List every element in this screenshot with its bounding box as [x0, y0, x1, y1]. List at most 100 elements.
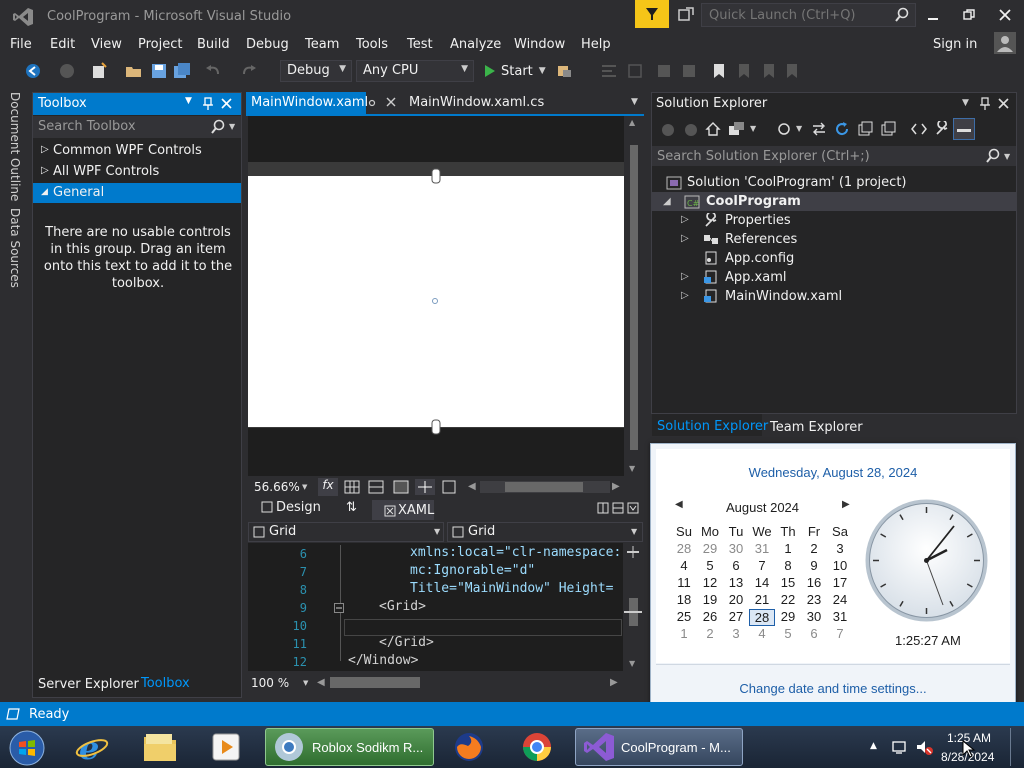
calendar-day[interactable]: 5	[697, 558, 723, 573]
expand-icon[interactable]: ▷	[681, 233, 689, 244]
panel-menu-chevron-icon[interactable]: ▼	[185, 96, 192, 106]
tab-mainwindow-xaml[interactable]: MainWindow.xaml	[251, 95, 368, 110]
pending-changes-icon[interactable]	[776, 121, 792, 137]
scroll-down-icon[interactable]: ▼	[629, 659, 635, 668]
account-icon[interactable]	[994, 32, 1016, 54]
tab-team-explorer[interactable]: Team Explorer	[770, 420, 863, 435]
calendar-day[interactable]: 5	[775, 626, 801, 641]
next-month-icon[interactable]: ▶	[842, 499, 850, 510]
scroll-right-icon[interactable]: ▶	[612, 481, 620, 492]
prev-bookmark-icon[interactable]	[735, 62, 753, 80]
chevron-down-icon[interactable]: ▼	[750, 124, 756, 133]
calendar-day[interactable]: 31	[827, 609, 853, 624]
collapse-region-icon[interactable]	[334, 603, 344, 613]
chevron-down-icon[interactable]: ▼	[302, 483, 307, 491]
refresh-icon[interactable]	[834, 121, 850, 137]
calendar-day[interactable]: 20	[723, 592, 749, 607]
change-date-time-settings-link[interactable]: Change date and time settings...	[656, 681, 1010, 696]
tree-item-app-xaml[interactable]: App.xaml	[725, 270, 786, 285]
calendar-day[interactable]: 3	[827, 541, 853, 556]
calendar-month-title[interactable]: August 2024	[726, 500, 799, 515]
tab-server-explorer[interactable]: Server Explorer	[38, 677, 139, 692]
calendar-day[interactable]: 26	[697, 609, 723, 624]
sync-icon[interactable]	[811, 121, 827, 137]
action-center-icon[interactable]	[891, 739, 907, 755]
switch-views-icon[interactable]	[728, 121, 746, 137]
calendar-day[interactable]: 9	[801, 558, 827, 573]
menu-view[interactable]: View	[91, 37, 122, 52]
calendar-day[interactable]: 31	[749, 541, 775, 556]
search-icon[interactable]	[210, 119, 226, 135]
fx-button[interactable]: fx	[318, 478, 338, 496]
calendar-long-date[interactable]: Wednesday, August 28, 2024	[656, 465, 1010, 480]
close-icon[interactable]	[998, 98, 1009, 109]
close-icon[interactable]	[221, 98, 232, 109]
zoom-level[interactable]: 56.66%	[254, 480, 300, 494]
calendar-day[interactable]: 6	[723, 558, 749, 573]
code-zoom-level[interactable]: 100 %	[251, 676, 289, 690]
calendar-day[interactable]: 4	[749, 626, 775, 641]
scroll-down-icon[interactable]: ▼	[629, 464, 635, 473]
save-all-icon[interactable]	[173, 62, 191, 80]
calendar-day[interactable]: 22	[775, 592, 801, 607]
chevron-down-icon[interactable]: ▼	[229, 122, 235, 131]
scroll-up-icon[interactable]: ▲	[629, 118, 635, 127]
firefox-icon[interactable]	[452, 730, 486, 764]
chevron-down-icon[interactable]: ▼	[631, 97, 638, 107]
toolbox-group-general[interactable]: ◢ General	[33, 183, 241, 203]
swap-panes-icon[interactable]: ⇅	[346, 500, 357, 515]
calendar-day[interactable]: 24	[827, 592, 853, 607]
tab-solution-explorer[interactable]: Solution Explorer	[657, 419, 768, 434]
snap-lines-icon[interactable]	[415, 479, 435, 495]
center-handle-icon[interactable]	[431, 297, 439, 305]
calendar-day[interactable]: 16	[801, 575, 827, 590]
calendar-day[interactable]: 23	[801, 592, 827, 607]
calendar-day[interactable]: 15	[775, 575, 801, 590]
navigate-forward-icon[interactable]	[58, 62, 76, 80]
show-desktop-button[interactable]	[1010, 728, 1022, 766]
calendar-day[interactable]: 4	[671, 558, 697, 573]
tree-item-properties[interactable]: Properties	[725, 213, 791, 228]
calendar-day[interactable]: 14	[749, 575, 775, 590]
forward-icon[interactable]	[683, 122, 699, 138]
scroll-right-icon[interactable]: ▶	[610, 677, 618, 688]
internet-explorer-icon[interactable]: e	[74, 730, 110, 764]
tab-toolbox[interactable]: Toolbox	[141, 676, 190, 691]
expand-icon[interactable]: ▷	[681, 290, 689, 301]
tree-item-project[interactable]: CoolProgram	[706, 194, 801, 209]
windows-start-icon[interactable]	[8, 729, 46, 767]
new-project-icon[interactable]	[90, 62, 108, 80]
expand-icon[interactable]: ▷	[681, 271, 689, 282]
tree-item-app-config[interactable]: App.config	[725, 251, 794, 266]
scroll-left-icon[interactable]: ◀	[468, 481, 476, 492]
toolbox-group-all-wpf[interactable]: ▷ All WPF Controls	[33, 162, 241, 182]
calendar-day[interactable]: 10	[827, 558, 853, 573]
chevron-down-icon[interactable]: ▼	[303, 679, 308, 687]
pin-icon[interactable]	[367, 98, 377, 108]
collapse-all-icon[interactable]	[857, 121, 873, 137]
back-icon[interactable]	[660, 122, 676, 138]
toolbox-group-common-wpf[interactable]: ▷ Common WPF Controls	[33, 141, 241, 161]
calendar-day[interactable]: 28	[749, 609, 775, 626]
calendar-day[interactable]: 28	[671, 541, 697, 556]
show-hidden-icons-icon[interactable]: ▲	[870, 741, 877, 751]
grid-view-icon[interactable]	[344, 480, 360, 494]
comment-icon[interactable]	[655, 62, 673, 80]
scrollbar-thumb[interactable]	[330, 677, 420, 688]
open-file-icon[interactable]	[125, 62, 143, 80]
tree-item-solution[interactable]: Solution 'CoolProgram' (1 project)	[687, 175, 906, 190]
chrome-browser-icon[interactable]	[520, 730, 554, 764]
calendar-day[interactable]: 13	[723, 575, 749, 590]
minimize-button[interactable]	[916, 4, 950, 26]
menu-team[interactable]: Team	[305, 37, 339, 52]
menu-analyze[interactable]: Analyze	[450, 37, 501, 52]
calendar-day[interactable]: 2	[697, 626, 723, 641]
tree-item-mainwindow-xaml[interactable]: MainWindow.xaml	[725, 289, 842, 304]
calendar-day[interactable]: 25	[671, 609, 697, 624]
tab-xaml[interactable]: XAML	[398, 503, 434, 518]
menu-edit[interactable]: Edit	[50, 37, 75, 52]
expand-icon[interactable]: ▷	[681, 214, 689, 225]
calendar-day[interactable]: 1	[671, 626, 697, 641]
calendar-day[interactable]: 17	[827, 575, 853, 590]
resize-handle-icon[interactable]	[431, 419, 441, 435]
